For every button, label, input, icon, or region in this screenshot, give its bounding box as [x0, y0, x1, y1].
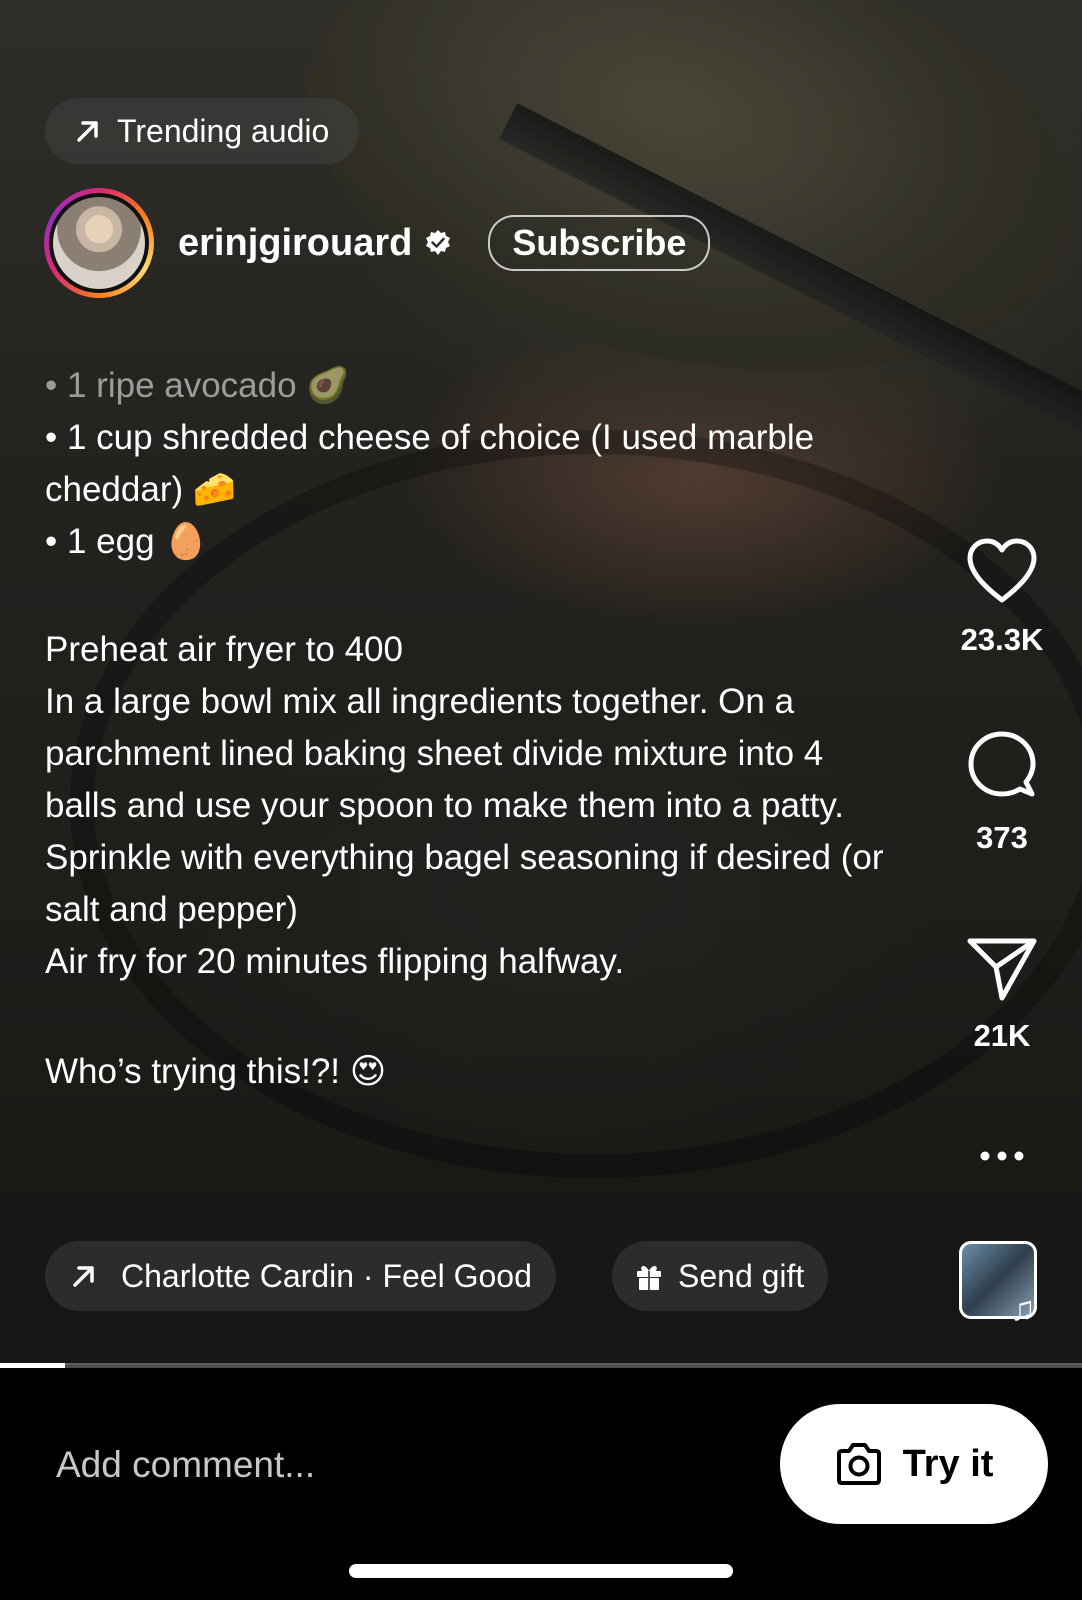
- send-gift-button[interactable]: Send gift: [612, 1241, 829, 1311]
- audio-label: Charlotte Cardin · Feel Good: [121, 1257, 532, 1294]
- caption-line: Air fry for 20 minutes flipping halfway.: [45, 942, 625, 981]
- username[interactable]: erinjgirouard: [178, 222, 412, 265]
- home-indicator[interactable]: [349, 1564, 733, 1578]
- caption-line: • 1 ripe avocado 🥑: [45, 366, 350, 405]
- send-gift-label: Send gift: [678, 1257, 805, 1294]
- caption[interactable]: • 1 ripe avocado 🥑 • 1 cup shredded chee…: [45, 360, 895, 1098]
- trending-audio-label: Trending audio: [117, 112, 330, 149]
- trending-arrow-icon: [77, 121, 98, 142]
- comment-icon: [968, 731, 1036, 797]
- caption-line: • 1 egg 🥚: [45, 522, 208, 561]
- more-button[interactable]: [922, 1148, 1082, 1164]
- like-button[interactable]: 23.3K: [922, 536, 1082, 658]
- caption-line: Who’s trying this!?! 😍: [45, 1052, 387, 1091]
- share-count: 21K: [973, 1018, 1031, 1053]
- comment-count: 373: [976, 820, 1028, 855]
- caption-line: Sprinkle with everything bagel seasoning…: [45, 838, 884, 929]
- caption-line: Preheat air fryer to 400: [45, 630, 403, 669]
- comment-input[interactable]: Add comment...: [56, 1444, 315, 1486]
- music-note-icon: ♫: [1010, 1290, 1036, 1328]
- comment-button[interactable]: 373: [922, 728, 1082, 856]
- audio-pill[interactable]: Charlotte Cardin · Feel Good: [45, 1241, 556, 1311]
- gift-icon: [637, 1266, 661, 1290]
- more-icon: [980, 1151, 1024, 1161]
- caption-line: • 1 cup shredded cheese of choice (I use…: [45, 418, 815, 509]
- try-it-label: Try it: [902, 1442, 994, 1485]
- share-button[interactable]: 21K: [922, 936, 1082, 1054]
- like-count: 23.3K: [960, 622, 1044, 657]
- heart-icon: [967, 538, 1037, 603]
- verified-badge-icon: [426, 230, 451, 255]
- avatar: [53, 197, 145, 289]
- send-icon: [967, 938, 1037, 1001]
- profile-row: erinjgirouard Subscribe: [44, 188, 711, 298]
- audio-arrow-icon: [73, 1266, 94, 1287]
- camera-icon: [836, 1443, 881, 1485]
- try-it-button[interactable]: Try it: [780, 1404, 1048, 1524]
- caption-line: In a large bowl mix all ingredients toge…: [45, 682, 844, 825]
- subscribe-button[interactable]: Subscribe: [488, 215, 711, 271]
- trending-audio-pill[interactable]: Trending audio: [45, 98, 360, 164]
- story-ring[interactable]: [44, 188, 154, 298]
